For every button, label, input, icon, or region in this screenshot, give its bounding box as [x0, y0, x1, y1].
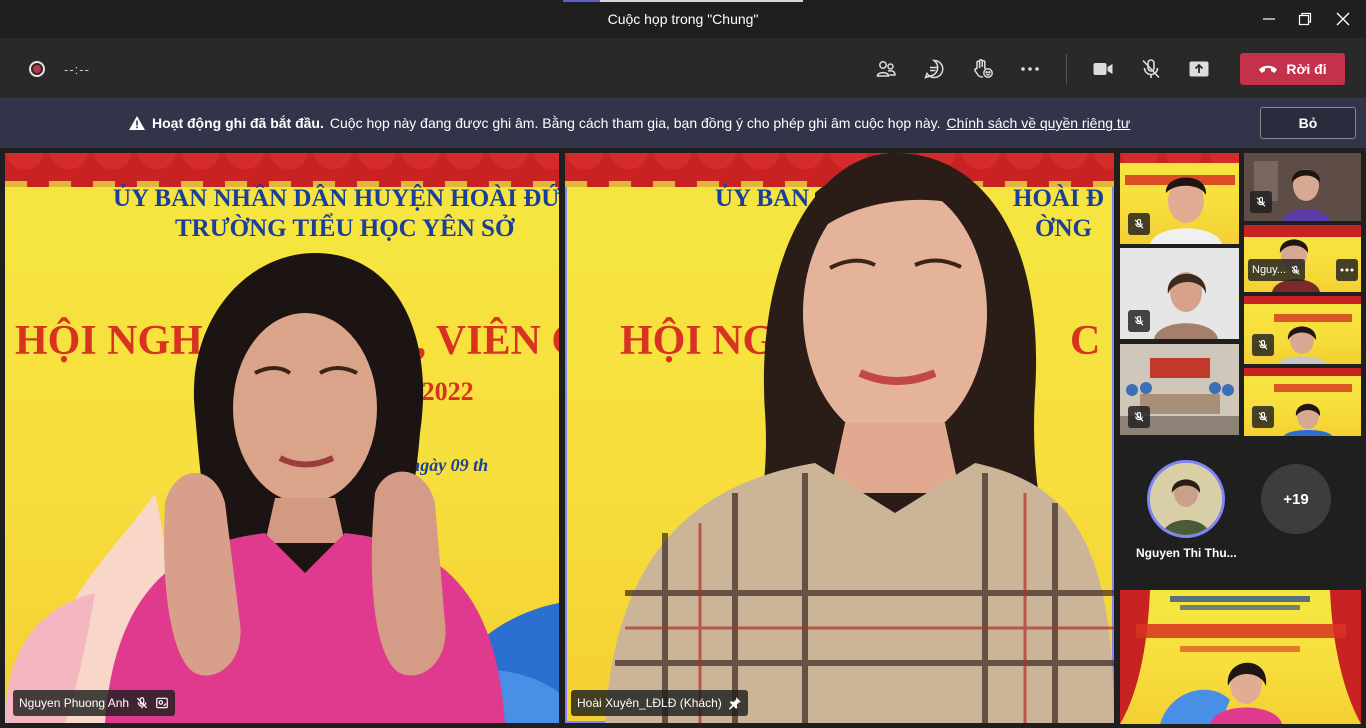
camera-icon [1093, 63, 1113, 75]
participant-name: Nguy... [1252, 264, 1287, 276]
participant-name-chip: Nguy... [1248, 259, 1306, 281]
loading-bar-highlight [600, 0, 803, 2]
maximize-button[interactable] [1294, 8, 1316, 30]
share-content-icon [156, 697, 168, 709]
participant-video-person [1120, 590, 1361, 724]
avatar-participant-name: Nguyen Thi Thu... [1136, 546, 1237, 560]
mic-off-icon [1134, 411, 1144, 422]
muted-indicator [1128, 213, 1150, 235]
mic-off-icon [137, 697, 148, 709]
participant-name: Hoài Xuyên_LĐLĐ (Khách) [577, 696, 722, 710]
muted-indicator [1250, 191, 1272, 213]
participants-button[interactable] [871, 54, 901, 84]
video-tile-hoai-xuyen[interactable]: ỦY BAN HOÀI Đ ỜNG HỘI NG C Hoài Xuyên_LĐ… [565, 153, 1114, 723]
participant-avatar-tile[interactable]: Nguyen Thi Thu... [1136, 460, 1237, 560]
video-stage: ỦY BAN NHÂN DÂN HUYỆN HOÀI ĐỨC TRƯỜNG TI… [0, 148, 1366, 728]
video-tile-nguyen-phuong-anh[interactable]: ỦY BAN NHÂN DÂN HUYỆN HOÀI ĐỨC TRƯỜNG TI… [5, 153, 559, 723]
curtain-decoration [5, 153, 559, 183]
muted-indicator [1252, 334, 1274, 356]
microphone-button[interactable] [1136, 54, 1166, 84]
mic-off-icon [1142, 59, 1160, 79]
participant-name-chip: Nguyen Phuong Anh [13, 690, 176, 716]
raise-hand-icon [974, 59, 993, 78]
video-tile-side-7[interactable] [1244, 368, 1361, 436]
meeting-toolbar: --:-- Rời đi [0, 38, 1366, 98]
tile-more-options-button[interactable] [1336, 259, 1358, 281]
privacy-policy-link[interactable]: Chính sách về quyền riêng tư [946, 115, 1130, 131]
participant-video-person [105, 253, 505, 723]
warning-icon [129, 116, 145, 130]
reactions-button[interactable] [968, 54, 998, 84]
slide-line-1: ỦY BAN NHÂN DÂN HUYỆN HOÀI ĐỨC [113, 185, 559, 212]
mic-off-icon [1258, 411, 1268, 422]
banner-text: Cuộc họp này đang được ghi âm. Bằng cách… [329, 115, 941, 131]
video-tile-featured-small[interactable] [1120, 590, 1361, 724]
leave-button[interactable]: Rời đi [1240, 53, 1345, 85]
people-icon [876, 61, 896, 77]
close-button[interactable] [1332, 8, 1354, 30]
video-tile-side-1[interactable] [1120, 153, 1239, 244]
chat-button[interactable] [919, 54, 949, 84]
mic-off-icon [1291, 265, 1300, 275]
dismiss-banner-button[interactable]: Bỏ [1260, 107, 1356, 139]
leave-label: Rời đi [1286, 61, 1327, 77]
video-tile-side-4[interactable] [1120, 248, 1239, 339]
toolbar-divider [1066, 54, 1067, 84]
share-screen-icon [1189, 61, 1209, 77]
camera-button[interactable] [1088, 54, 1118, 84]
muted-indicator [1252, 406, 1274, 428]
pin-icon [728, 697, 741, 710]
participant-name-chip: Hoài Xuyên_LĐLĐ (Khách) [571, 690, 748, 716]
hang-up-icon [1259, 65, 1278, 73]
title-bar: Cuộc họp trong "Chung" [0, 0, 1366, 38]
mic-off-icon [1258, 339, 1268, 350]
more-icon [1021, 67, 1039, 71]
minimize-button[interactable] [1258, 8, 1280, 30]
meeting-timer: --:-- [64, 62, 90, 77]
recording-indicator-icon [29, 61, 45, 77]
close-icon [1336, 12, 1350, 26]
muted-indicator [1128, 310, 1150, 332]
video-tile-side-2[interactable] [1244, 153, 1361, 221]
banner-bold-text: Hoạt động ghi đã bắt đầu. [152, 115, 324, 131]
share-screen-button[interactable] [1184, 54, 1214, 84]
chat-icon [924, 59, 944, 79]
participant-name: Nguyen Phuong Anh [19, 696, 130, 710]
mic-off-icon [1256, 196, 1266, 207]
participant-video-person [605, 153, 1114, 723]
mic-off-icon [1134, 315, 1144, 326]
banner-message: Hoạt động ghi đã bắt đầu. Cuộc họp này đ… [128, 115, 1130, 131]
more-actions-button[interactable] [1015, 54, 1045, 84]
avatar [1147, 460, 1226, 538]
minimize-icon [1263, 18, 1275, 20]
window-title: Cuộc họp trong "Chung" [607, 11, 759, 27]
video-tile-side-3[interactable]: Nguy... [1244, 225, 1361, 292]
slide-line-2: TRƯỜNG TIỂU HỌC YÊN SỞ [175, 215, 515, 242]
more-participants-button[interactable]: +19 [1261, 464, 1331, 534]
avatar-photo [1150, 463, 1223, 535]
video-tile-side-6[interactable] [1120, 344, 1239, 435]
mic-off-icon [1134, 218, 1144, 229]
muted-indicator [1128, 406, 1150, 428]
video-tile-side-5[interactable] [1244, 296, 1361, 364]
recording-banner: Hoạt động ghi đã bắt đầu. Cuộc họp này đ… [0, 98, 1366, 148]
restore-icon [1298, 12, 1312, 26]
more-icon [1340, 268, 1354, 272]
